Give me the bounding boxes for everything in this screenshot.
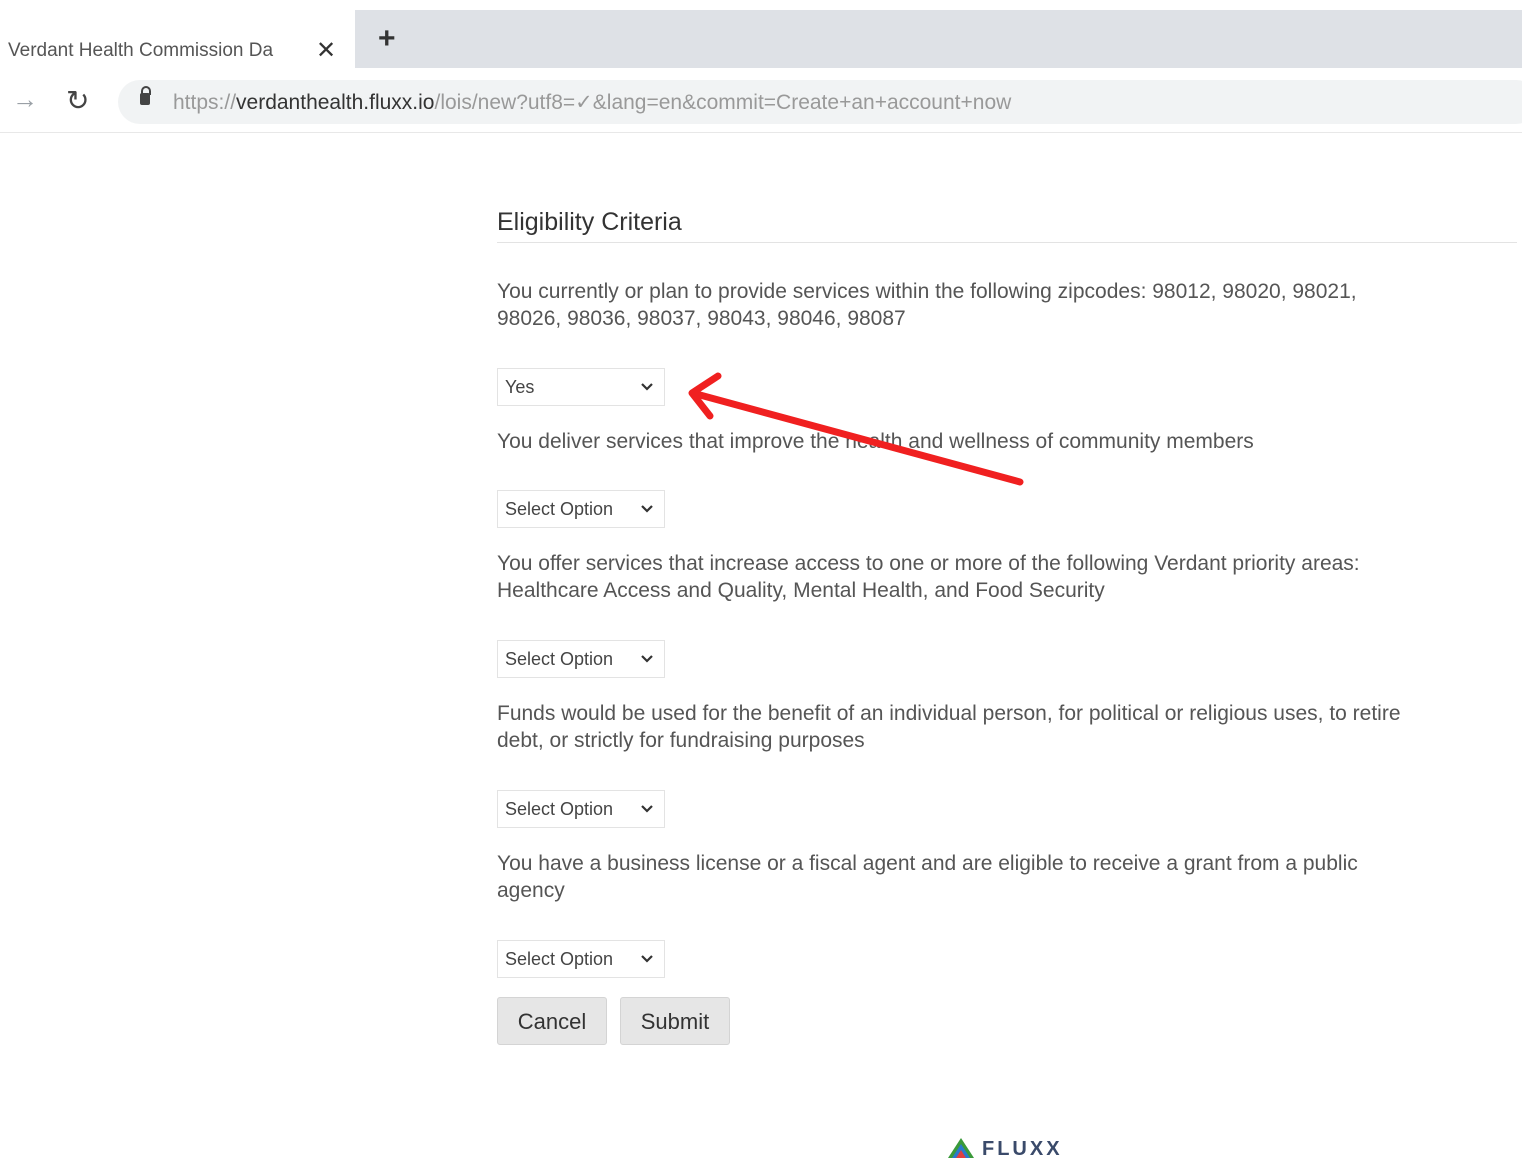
url-text: https://verdanthealth.fluxx.io/lois/new?… — [173, 91, 1012, 114]
browser-tab-bar: Verdant Health Commission Da ✕ + — [0, 0, 1522, 72]
page-title: Eligibility Criteria — [497, 208, 682, 236]
fluxx-logo-mark-icon — [948, 1138, 974, 1158]
health-wellness-select-value: Select Option — [505, 499, 614, 519]
health-wellness-select[interactable]: Select Option — [497, 490, 665, 528]
chevron-down-icon — [641, 805, 653, 813]
question-health-wellness: You deliver services that improve the he… — [497, 430, 1254, 453]
lock-icon — [140, 86, 151, 105]
reload-icon[interactable]: ↻ — [66, 84, 89, 117]
priority-areas-select[interactable]: Select Option — [497, 640, 665, 678]
cancel-button[interactable]: Cancel — [497, 997, 607, 1045]
question-zipcodes: You currently or plan to provide service… — [497, 280, 1357, 330]
fluxx-logo-text: FLUXX — [982, 1138, 1063, 1160]
title-divider — [497, 242, 1517, 243]
priority-areas-select-value: Select Option — [505, 649, 614, 669]
tab-strip — [355, 10, 1522, 68]
address-bar[interactable]: https://verdanthealth.fluxx.io/lois/new?… — [118, 80, 1522, 124]
chevron-down-icon — [641, 505, 653, 513]
business-license-select[interactable]: Select Option — [497, 940, 665, 978]
browser-tab[interactable]: Verdant Health Commission Da ✕ — [0, 10, 355, 68]
forward-icon[interactable]: → — [12, 84, 38, 115]
question-business-license: You have a business license or a fiscal … — [497, 852, 1358, 902]
chevron-down-icon — [641, 383, 653, 391]
funds-use-select[interactable]: Select Option — [497, 790, 665, 828]
close-tab-icon[interactable]: ✕ — [316, 36, 336, 65]
zipcodes-select-value: Yes — [505, 377, 535, 397]
zipcodes-select[interactable]: Yes — [497, 368, 665, 406]
funds-use-select-value: Select Option — [505, 799, 614, 819]
browser-toolbar: → ↻ https://verdanthealth.fluxx.io/lois/… — [0, 72, 1522, 133]
tab-title: Verdant Health Commission Da — [8, 40, 274, 61]
submit-button[interactable]: Submit — [620, 997, 730, 1045]
chevron-down-icon — [641, 655, 653, 663]
question-funds-use: Funds would be used for the benefit of a… — [497, 702, 1401, 752]
chevron-down-icon — [641, 955, 653, 963]
business-license-select-value: Select Option — [505, 949, 614, 969]
new-tab-icon[interactable]: + — [378, 22, 396, 56]
question-priority-areas: You offer services that increase access … — [497, 552, 1360, 602]
